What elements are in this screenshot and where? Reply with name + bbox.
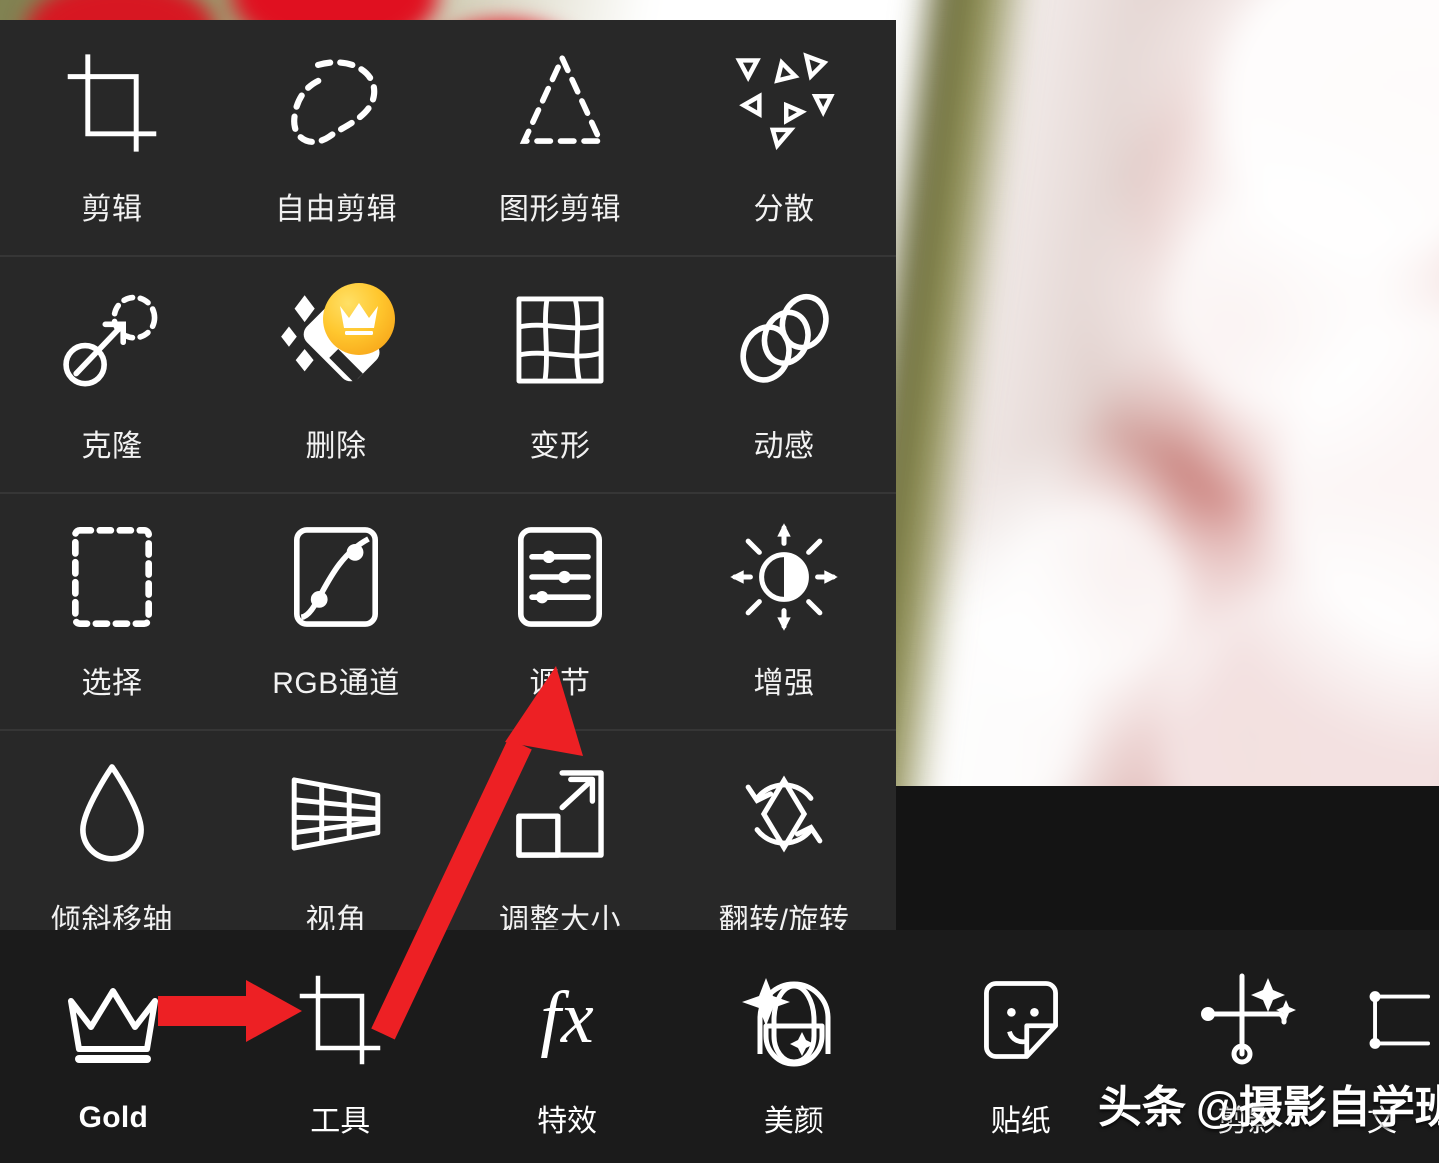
tool-item-enhance[interactable]: 增强 [672, 494, 896, 729]
curves-icon [271, 522, 401, 632]
tool-item-clone[interactable]: 克隆 [0, 257, 224, 492]
perspective-icon [271, 759, 401, 869]
shape-lasso-icon [495, 48, 625, 158]
tool-label: 动感 [753, 429, 815, 463]
flip-rotate-icon [719, 759, 849, 869]
beauty-face-icon [729, 968, 859, 1072]
tool-label: 图形剪辑 [499, 192, 621, 226]
crop-icon [47, 48, 177, 158]
svg-text:fx: fx [540, 977, 594, 1059]
tool-item-rgb-curves[interactable]: RGB通道 [224, 494, 448, 729]
watermark: 头条 @摄影自学班 [1098, 1071, 1439, 1135]
tool-label: 删除 [305, 429, 367, 463]
resize-icon [495, 759, 625, 869]
tool-item-motion[interactable]: 动感 [672, 257, 896, 492]
watermark-source: 头条 [1098, 1083, 1186, 1132]
eraser-sparkle-icon [271, 282, 401, 395]
tool-item-shape-crop[interactable]: 图形剪辑 [448, 20, 672, 255]
text-tool-icon [1361, 968, 1439, 1072]
fx-icon: fx [502, 968, 632, 1072]
tool-row: 剪辑 自由剪辑 图形剪辑 分散 [0, 20, 896, 257]
watermark-handle: @摄影自学班 [1196, 1083, 1439, 1132]
bottom-item-label: 贴纸 [990, 1104, 1051, 1138]
tool-label: 自由剪辑 [275, 192, 397, 226]
tool-label: 变形 [529, 429, 591, 463]
bottom-item-gold[interactable]: Gold [0, 930, 227, 1163]
tool-item-warp[interactable]: 变形 [448, 257, 672, 492]
tilt-shift-drop-icon [47, 759, 177, 869]
bottom-item-label: 工具 [310, 1104, 371, 1138]
bottom-item-label: 特效 [537, 1104, 598, 1138]
sliders-icon [495, 522, 625, 632]
motion-blur-icon [719, 285, 849, 395]
scatter-triangles-icon [719, 48, 849, 158]
tool-item-remove[interactable]: 删除 [224, 257, 448, 492]
crop-icon [275, 968, 405, 1072]
photo-letterbox-area [896, 786, 1439, 930]
tool-item-free-crop[interactable]: 自由剪辑 [224, 20, 448, 255]
bottom-item-tools[interactable]: 工具 [227, 930, 454, 1163]
sticker-icon [956, 968, 1086, 1072]
tool-label: 分散 [753, 192, 815, 226]
tool-label: RGB通道 [272, 666, 400, 700]
tool-item-crop[interactable]: 剪辑 [0, 20, 224, 255]
marquee-select-icon [47, 522, 177, 632]
tool-row: 选择 RGB通道 调节 增强 [0, 494, 896, 731]
tool-label: 增强 [753, 666, 815, 700]
tool-label: 克隆 [81, 429, 143, 463]
brush-sparkle-icon [1183, 968, 1313, 1072]
bottom-item-label: 美颜 [763, 1104, 824, 1138]
screenshot-root: 剪辑 自由剪辑 图形剪辑 分散 克隆 删除 变形 动感 选择 RGB通道 调节 … [0, 0, 1439, 1163]
brightness-icon [719, 522, 849, 632]
bottom-item-effects[interactable]: fx 特效 [454, 930, 681, 1163]
warp-mesh-icon [495, 285, 625, 395]
tool-row: 克隆 删除 变形 动感 [0, 257, 896, 494]
tool-label: 调节 [529, 666, 591, 700]
tool-label: 选择 [81, 666, 143, 700]
freehand-lasso-icon [271, 48, 401, 158]
tools-panel: 剪辑 自由剪辑 图形剪辑 分散 克隆 删除 变形 动感 选择 RGB通道 调节 … [0, 20, 896, 937]
tool-item-scatter[interactable]: 分散 [672, 20, 896, 255]
crown-icon [48, 973, 178, 1077]
pro-badge [323, 282, 395, 355]
bottom-item-beauty[interactable]: 美颜 [680, 930, 907, 1163]
tool-item-adjust[interactable]: 调节 [448, 494, 672, 729]
tool-item-select[interactable]: 选择 [0, 494, 224, 729]
bottom-item-label: Gold [78, 1100, 149, 1134]
clone-stamp-icon [47, 285, 177, 395]
tool-label: 剪辑 [81, 192, 143, 226]
